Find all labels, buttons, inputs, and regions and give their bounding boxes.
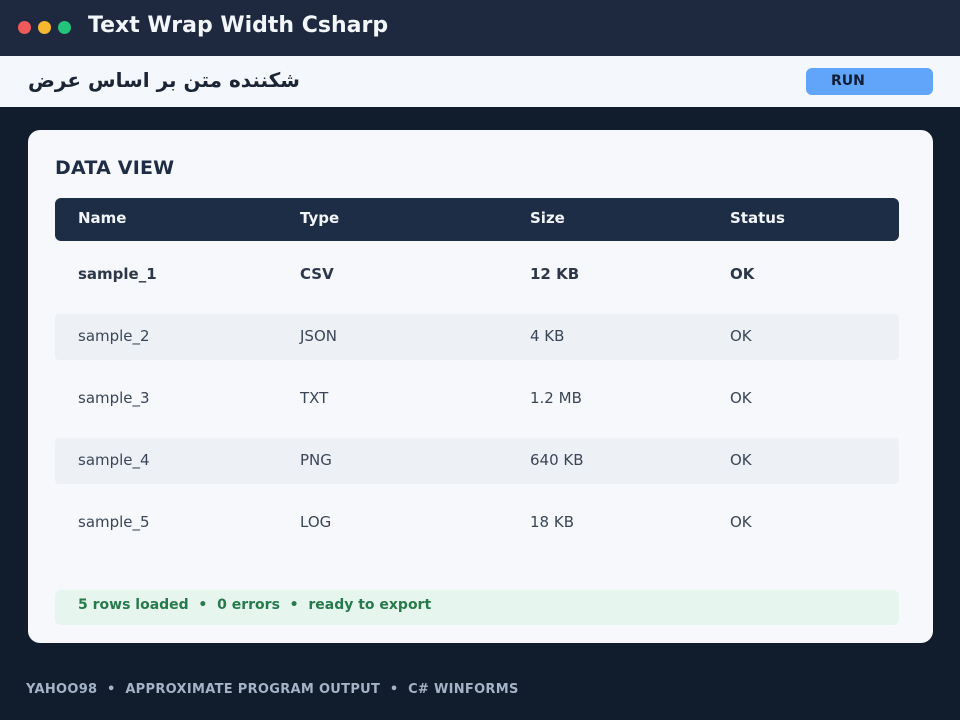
column-header-type[interactable]: Type: [300, 209, 339, 227]
cell-name: sample_3: [78, 389, 150, 407]
cell-size: 640 KB: [530, 451, 584, 469]
column-header-name[interactable]: Name: [78, 209, 126, 227]
cell-type: CSV: [300, 265, 334, 283]
run-button[interactable]: RUN: [806, 68, 933, 95]
table-row[interactable]: sample_2 JSON 4 KB OK: [55, 314, 899, 360]
footer-caption: YAHOO98 • APPROXIMATE PROGRAM OUTPUT • C…: [26, 682, 519, 697]
cell-name: sample_1: [78, 265, 157, 283]
cell-name: sample_2: [78, 327, 150, 345]
window-title: Text Wrap Width Csharp: [88, 13, 389, 38]
toolbar: شکننده متن بر اساس عرض RUN: [0, 56, 960, 107]
status-message: 5 rows loaded • 0 errors • ready to expo…: [78, 597, 432, 613]
column-header-status[interactable]: Status: [730, 209, 785, 227]
table-header: Name Type Size Status: [55, 198, 899, 241]
cell-status: OK: [730, 389, 752, 407]
table-row[interactable]: sample_4 PNG 640 KB OK: [55, 438, 899, 484]
data-view-panel: DATA VIEW Name Type Size Status sample_1…: [28, 130, 933, 643]
cell-status: OK: [730, 451, 752, 469]
cell-status: OK: [730, 327, 752, 345]
column-header-size[interactable]: Size: [530, 209, 565, 227]
minimize-window-button[interactable]: [38, 21, 51, 34]
table-row[interactable]: sample_1 CSV 12 KB OK: [55, 252, 899, 298]
maximize-window-button[interactable]: [58, 21, 71, 34]
title-bar: Text Wrap Width Csharp: [0, 0, 960, 56]
section-title: DATA VIEW: [55, 157, 175, 179]
cell-status: OK: [730, 265, 755, 283]
cell-status: OK: [730, 513, 752, 531]
status-bar: 5 rows loaded • 0 errors • ready to expo…: [55, 590, 899, 625]
table-row[interactable]: sample_5 LOG 18 KB OK: [55, 500, 899, 546]
cell-type: JSON: [300, 327, 337, 345]
cell-size: 4 KB: [530, 327, 565, 345]
cell-type: TXT: [300, 389, 329, 407]
table-row[interactable]: sample_3 TXT 1.2 MB OK: [55, 376, 899, 422]
cell-size: 1.2 MB: [530, 389, 582, 407]
cell-name: sample_4: [78, 451, 150, 469]
toolbar-title: شکننده متن بر اساس عرض: [28, 68, 300, 92]
cell-size: 12 KB: [530, 265, 580, 283]
close-window-button[interactable]: [18, 21, 31, 34]
cell-name: sample_5: [78, 513, 150, 531]
cell-type: LOG: [300, 513, 332, 531]
cell-size: 18 KB: [530, 513, 574, 531]
cell-type: PNG: [300, 451, 332, 469]
